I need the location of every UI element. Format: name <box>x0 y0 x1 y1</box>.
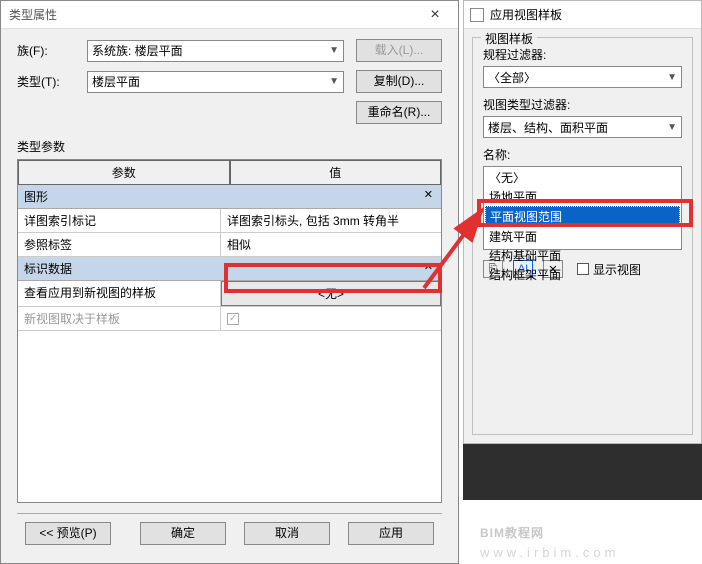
param-value-checkbox: ✓ <box>221 307 441 330</box>
list-item[interactable]: 结构基础平面 <box>485 246 680 265</box>
group-legend: 视图样板 <box>481 30 537 47</box>
close-icon[interactable]: × <box>420 6 450 24</box>
name-label: 名称: <box>483 146 682 163</box>
collapse-icon[interactable]: ✕ <box>424 260 433 273</box>
table-row[interactable]: 新视图取决于样板 ✓ <box>18 307 441 331</box>
chevron-down-icon: ▼ <box>667 122 677 133</box>
type-params-label: 类型参数 <box>17 138 442 155</box>
dialog-body: 族(F): 系统族: 楼层平面 ▼ 载入(L)... 类型(T): 楼层平面 ▼… <box>1 29 458 563</box>
table-row[interactable]: 详图索引标记 详图索引标头, 包括 3mm 转角半 <box>18 209 441 233</box>
family-select[interactable]: 系统族: 楼层平面 ▼ <box>87 40 344 62</box>
ok-button[interactable]: 确定 <box>140 522 226 545</box>
copy-button[interactable]: 复制(D)... <box>356 70 442 93</box>
family-label: 族(F): <box>17 42 75 59</box>
family-value: 系统族: 楼层平面 <box>92 42 183 59</box>
param-value: 相似 <box>221 233 441 256</box>
col-value: 值 <box>230 160 442 185</box>
chevron-down-icon: ▼ <box>667 72 677 83</box>
filter1-label: 规程过滤器: <box>483 46 682 63</box>
collapse-icon[interactable]: ✕ <box>424 188 433 201</box>
type-value: 楼层平面 <box>92 73 140 90</box>
dialog-title: 类型属性 <box>9 6 420 23</box>
apply-view-template-dialog: 应用视图样板 视图样板 规程过滤器: 〈全部〉 ▼ 视图类型过滤器: 楼层、结构… <box>463 0 702 444</box>
table-header: 参数 值 <box>18 160 441 185</box>
titlebar: 应用视图样板 <box>464 1 701 29</box>
background-strip <box>463 444 702 500</box>
view-template-button[interactable]: <无> <box>221 281 441 306</box>
table-row[interactable]: 查看应用到新视图的样板 <无> <box>18 281 441 307</box>
apply-button[interactable]: 应用 <box>348 522 434 545</box>
col-param: 参数 <box>18 160 230 185</box>
load-button: 载入(L)... <box>356 39 442 62</box>
dialog-footer: << 预览(P) 确定 取消 应用 <box>17 513 442 553</box>
type-select[interactable]: 楼层平面 ▼ <box>87 71 344 93</box>
param-name: 新视图取决于样板 <box>18 307 221 330</box>
discipline-filter-select[interactable]: 〈全部〉 ▼ <box>483 66 682 88</box>
preview-button[interactable]: << 预览(P) <box>25 522 111 545</box>
titlebar: 类型属性 × <box>1 1 458 29</box>
rename-button[interactable]: 重命名(R)... <box>356 101 442 124</box>
list-item[interactable]: 建筑平面 <box>485 227 680 246</box>
param-name: 详图索引标记 <box>18 209 221 232</box>
list-item[interactable]: 结构框架平面 <box>485 265 680 284</box>
list-item-selected[interactable]: 平面视图范围 <box>485 206 680 227</box>
list-item[interactable]: 〈无〉 <box>485 168 680 187</box>
app-icon <box>470 8 484 22</box>
param-name: 查看应用到新视图的样板 <box>18 281 221 306</box>
cancel-button[interactable]: 取消 <box>244 522 330 545</box>
filter2-label: 视图类型过滤器: <box>483 96 682 113</box>
watermark: BIM教程网 www.irbim.com <box>480 508 619 560</box>
viewtype-filter-select[interactable]: 楼层、结构、面积平面 ▼ <box>483 116 682 138</box>
type-label: 类型(T): <box>17 73 75 90</box>
view-template-group: 视图样板 规程过滤器: 〈全部〉 ▼ 视图类型过滤器: 楼层、结构、面积平面 ▼… <box>472 37 693 435</box>
params-table: 参数 值 图形 ✕ 详图索引标记 详图索引标头, 包括 3mm 转角半 参照标签… <box>17 159 442 503</box>
chevron-down-icon: ▼ <box>329 76 339 87</box>
group-identity[interactable]: 标识数据 ✕ <box>18 257 441 281</box>
param-name: 参照标签 <box>18 233 221 256</box>
type-properties-dialog: 类型属性 × 族(F): 系统族: 楼层平面 ▼ 载入(L)... 类型(T):… <box>0 0 459 564</box>
group-graphics[interactable]: 图形 ✕ <box>18 185 441 209</box>
dialog-title: 应用视图样板 <box>490 6 562 23</box>
table-row[interactable]: 参照标签 相似 <box>18 233 441 257</box>
chevron-down-icon: ▼ <box>329 45 339 56</box>
param-value: 详图索引标头, 包括 3mm 转角半 <box>221 209 441 232</box>
template-name-list[interactable]: 〈无〉 场地平面 平面视图范围 建筑平面 结构基础平面 结构框架平面 <box>483 166 682 250</box>
checkbox-checked-icon: ✓ <box>227 313 239 325</box>
list-item[interactable]: 场地平面 <box>485 187 680 206</box>
